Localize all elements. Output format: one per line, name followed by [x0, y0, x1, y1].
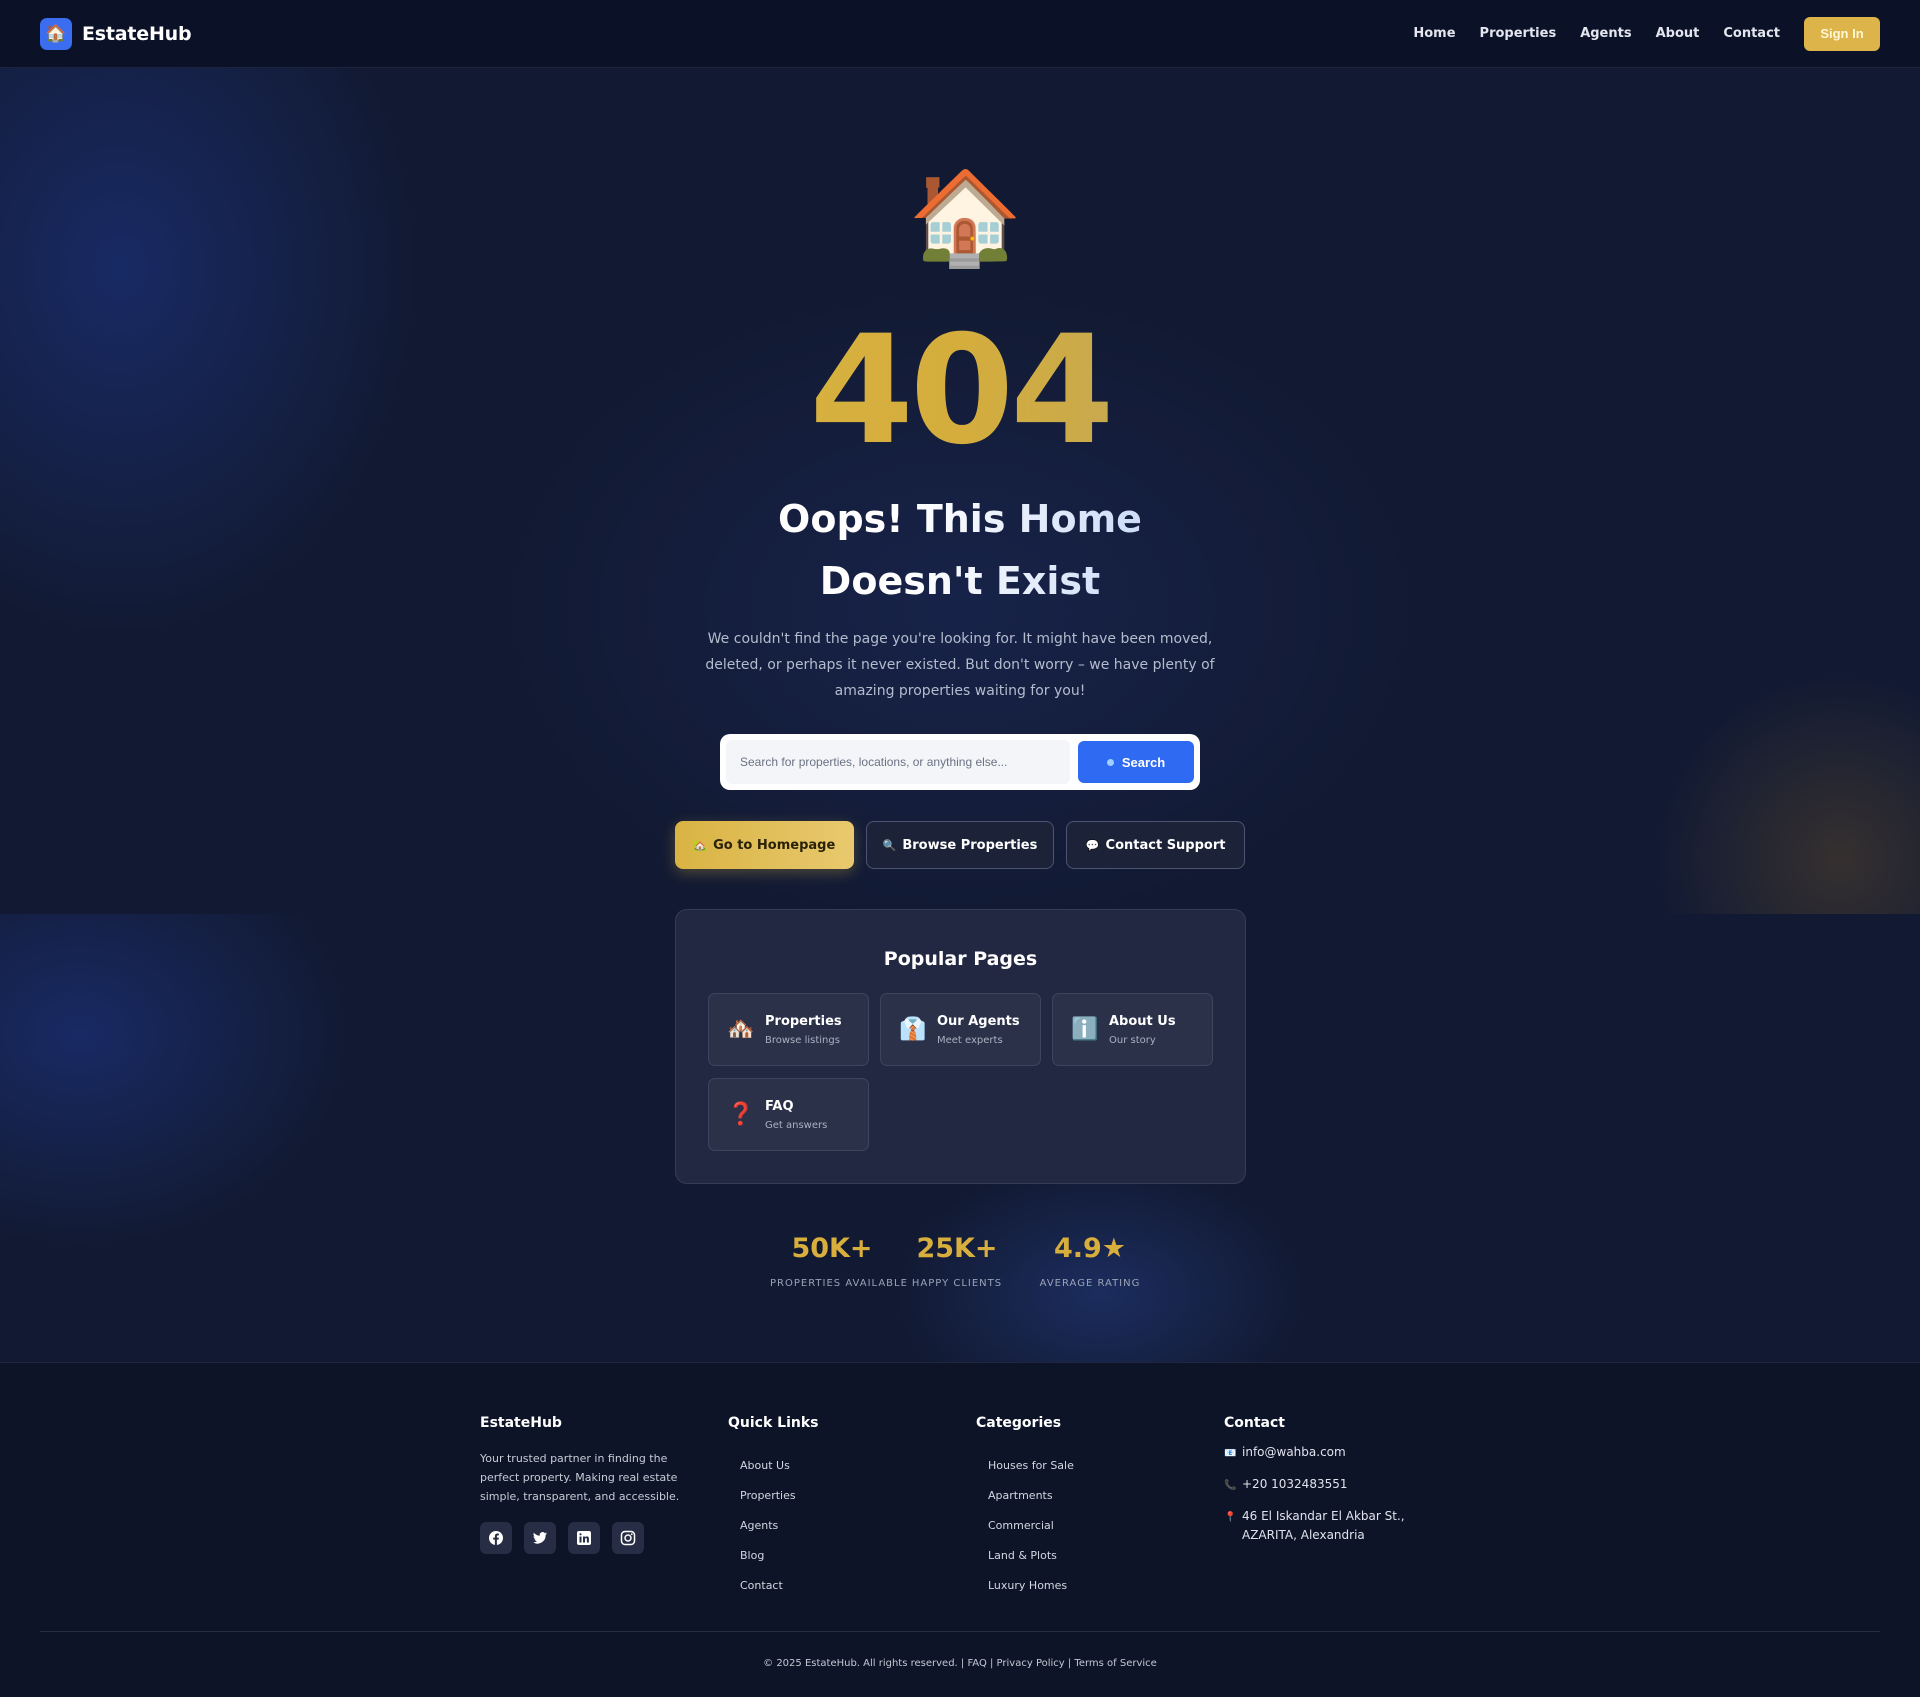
contact-address: 📍 46 El Iskandar El Akbar St., AZARITA, …: [1224, 1507, 1424, 1545]
top-navbar: 🏠 EstateHub Home Properties Agents About…: [0, 0, 1920, 68]
category-link-luxury[interactable]: Luxury Homes: [976, 1571, 1176, 1601]
popular-pages-card: Popular Pages 🏘️ Properties Browse listi…: [675, 909, 1246, 1184]
stat-value: 4.9★: [1053, 1233, 1127, 1264]
go-home-button[interactable]: 🏡 Go to Homepage: [675, 821, 854, 869]
contact-phone[interactable]: 📞 +20 1032483551: [1224, 1475, 1424, 1495]
category-link-land[interactable]: Land & Plots: [976, 1541, 1176, 1571]
popular-item-title: FAQ: [765, 1098, 794, 1114]
stat-properties: 50K+ PROPERTIES AVAILABLE: [770, 1232, 908, 1289]
speech-bubble-icon: 💬: [1085, 838, 1100, 852]
popular-item-subtitle: Browse listings: [765, 1034, 840, 1046]
nav-link-agents[interactable]: Agents: [1580, 26, 1631, 41]
footer-link-agents[interactable]: Agents: [728, 1511, 928, 1541]
error-description: We couldn't find the page you're looking…: [705, 631, 1215, 699]
categories-list: Houses for Sale Apartments Commercial La…: [976, 1451, 1176, 1601]
footer-divider: [40, 1631, 1880, 1632]
stat-label: HAPPY CLIENTS: [911, 1278, 1003, 1289]
stat-label: PROPERTIES AVAILABLE: [770, 1278, 908, 1289]
footer-link-about[interactable]: About Us: [728, 1451, 928, 1481]
houses-icon: 🏘️: [727, 1016, 755, 1042]
stat-clients: 25K+ HAPPY CLIENTS: [905, 1232, 1009, 1289]
instagram-icon[interactable]: [612, 1522, 644, 1554]
linkedin-icon[interactable]: [568, 1522, 600, 1554]
contact-phone-text: +20 1032483551: [1242, 1477, 1348, 1491]
popular-item-title: Properties: [765, 1013, 842, 1029]
contact-support-button[interactable]: 💬 Contact Support: [1066, 821, 1245, 869]
nav-link-about[interactable]: About: [1656, 26, 1700, 41]
error-headline: Oops! This Home Doesn't Exist: [700, 488, 1220, 612]
contact-address-text: 46 El Iskandar El Akbar St., AZARITA, Al…: [1242, 1509, 1405, 1542]
category-link-apartments[interactable]: Apartments: [976, 1481, 1176, 1511]
search-input[interactable]: [726, 740, 1070, 784]
error-code: 404: [0, 316, 1920, 466]
footer-categories: Categories Houses for Sale Apartments Co…: [976, 1415, 1176, 1601]
browse-properties-button[interactable]: 🔍 Browse Properties: [865, 821, 1055, 869]
footer-link-contact[interactable]: Contact: [728, 1571, 928, 1601]
search-icon: [1106, 758, 1114, 766]
nav-link-home[interactable]: Home: [1413, 26, 1455, 41]
location-pin-icon: 📍: [1224, 1512, 1237, 1523]
twitter-icon[interactable]: [524, 1522, 556, 1554]
go-home-label: Go to Homepage: [713, 837, 836, 853]
categories-title: Categories: [976, 1415, 1062, 1431]
home-icon: 🏡: [693, 838, 708, 852]
search-bar: Search: [720, 734, 1200, 790]
brand[interactable]: 🏠 EstateHub: [40, 17, 192, 50]
footer-quick-links: Quick Links About Us Properties Agents B…: [728, 1415, 928, 1601]
stat-label: AVERAGE RATING: [1039, 1278, 1141, 1289]
nav-link-contact[interactable]: Contact: [1723, 26, 1780, 41]
popular-item-title: Our Agents: [937, 1013, 1020, 1029]
search-button[interactable]: Search: [1078, 741, 1194, 783]
nav-links: Home Properties Agents About Contact Sig…: [1413, 16, 1880, 51]
footer-about: EstateHub Your trusted partner in findin…: [480, 1415, 710, 1554]
popular-item-about[interactable]: ℹ️ About Us Our story: [1052, 993, 1213, 1066]
popular-item-subtitle: Our story: [1109, 1034, 1156, 1046]
brand-name: EstateHub: [82, 22, 192, 45]
category-link-houses[interactable]: Houses for Sale: [976, 1451, 1176, 1481]
info-icon: ℹ️: [1071, 1016, 1099, 1042]
search-button-label: Search: [1121, 754, 1166, 770]
phone-icon: 📞: [1224, 1480, 1237, 1491]
popular-item-faq[interactable]: ❓ FAQ Get answers: [708, 1078, 869, 1151]
footer-brand: EstateHub: [480, 1415, 562, 1431]
popular-item-agents[interactable]: 👔 Our Agents Meet experts: [880, 993, 1041, 1066]
stat-rating: 4.9★ AVERAGE RATING: [1038, 1232, 1142, 1289]
email-icon: 📧: [1224, 1448, 1237, 1459]
quick-links-title: Quick Links: [728, 1415, 819, 1431]
popular-item-properties[interactable]: 🏘️ Properties Browse listings: [708, 993, 869, 1066]
house-icon: 🏠: [40, 17, 72, 50]
category-link-commercial[interactable]: Commercial: [976, 1511, 1176, 1541]
contact-email-text: info@wahba.com: [1242, 1445, 1346, 1459]
contact-title: Contact: [1224, 1415, 1285, 1431]
footer: EstateHub Your trusted partner in findin…: [0, 1362, 1920, 1697]
stat-value: 50K+: [791, 1233, 873, 1264]
nav-link-properties[interactable]: Properties: [1480, 26, 1557, 41]
question-mark-icon: ❓: [727, 1101, 755, 1127]
contact-email[interactable]: 📧 info@wahba.com: [1224, 1443, 1424, 1463]
footer-description: Your trusted partner in finding the perf…: [480, 1452, 680, 1503]
stat-value: 25K+: [916, 1233, 998, 1264]
popular-item-subtitle: Meet experts: [937, 1034, 1003, 1046]
footer-link-blog[interactable]: Blog: [728, 1541, 928, 1571]
footer-link-properties[interactable]: Properties: [728, 1481, 928, 1511]
action-buttons: 🏡 Go to Homepage 🔍 Browse Properties 💬 C…: [675, 821, 1245, 869]
contact-support-label: Contact Support: [1105, 837, 1226, 853]
magnifier-icon: 🔍: [882, 838, 897, 852]
social-links: [480, 1522, 710, 1554]
stats-row: 50K+ PROPERTIES AVAILABLE 25K+ HAPPY CLI…: [770, 1232, 1150, 1292]
quick-links-list: About Us Properties Agents Blog Contact: [728, 1451, 928, 1601]
facebook-icon[interactable]: [480, 1522, 512, 1554]
browse-properties-label: Browse Properties: [902, 837, 1038, 853]
sign-in-button[interactable]: Sign In: [1804, 16, 1880, 51]
suit-icon: 👔: [899, 1016, 927, 1042]
house-illustration-icon: 🏠: [908, 164, 1023, 271]
popular-item-subtitle: Get answers: [765, 1119, 828, 1131]
hero-section: 🏠 404 Oops! This Home Doesn't Exist We c…: [0, 68, 1920, 914]
popular-pages-title: Popular Pages: [883, 948, 1038, 970]
popular-item-title: About Us: [1109, 1013, 1176, 1029]
copyright-text: © 2025 EstateHub. All rights reserved. |…: [763, 1658, 1157, 1669]
footer-contact: Contact 📧 info@wahba.com 📞 +20 103248355…: [1224, 1415, 1424, 1545]
